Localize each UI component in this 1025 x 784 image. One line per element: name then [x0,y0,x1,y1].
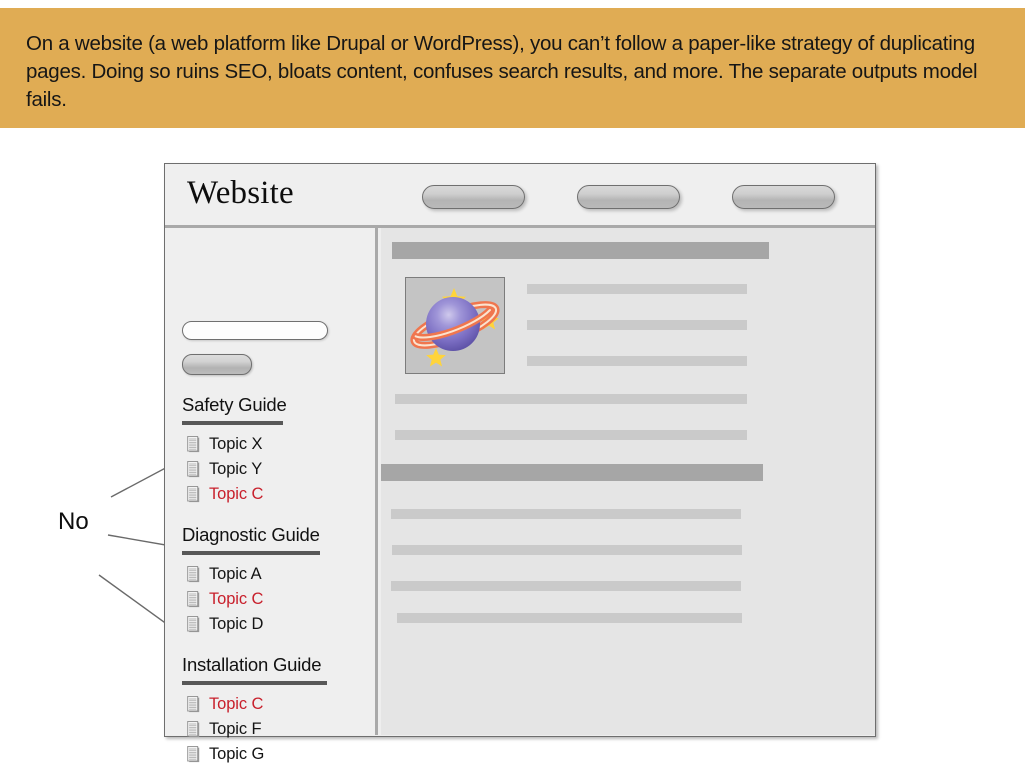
content-text-bar-8 [391,581,741,591]
annotation-no-label: No [58,508,89,535]
sidebar-item-label: Topic X [209,435,263,454]
content-text-bar-1 [527,284,747,294]
star-bottom [426,348,446,367]
sidebar-item-topic-d[interactable]: Topic D [165,612,378,637]
document-icon [187,436,209,453]
document-icon [187,696,209,713]
nav-group-underline [182,421,283,425]
nav-group: Installation Guide Topic C Topic F Topic G [165,654,378,767]
planet-icon [405,277,505,374]
nav-pill-3[interactable] [732,185,835,209]
nav-group: Safety Guide Topic X Topic Y Topic C [165,394,378,507]
content-text-bar-2 [527,320,747,330]
document-icon [187,721,209,738]
sidebar-item-label: Topic C [209,485,264,504]
sidebar-item-topic-a[interactable]: Topic A [165,562,378,587]
nav-pill-2[interactable] [577,185,680,209]
sidebar-navigation: Safety Guide Topic X Topic Y Topic C Diagnos… [165,394,378,784]
sidebar-item-topic-y[interactable]: Topic Y [165,457,378,482]
search-button[interactable] [182,354,252,375]
document-icon [187,746,209,763]
site-masthead: Website [165,164,875,228]
sidebar-item-label: Topic F [209,720,262,739]
nav-pill-1[interactable] [422,185,525,209]
sidebar-item-topic-c[interactable]: Topic C [165,692,378,717]
nav-group: Diagnostic Guide Topic A Topic C Topic D [165,524,378,637]
sidebar-item-label: Topic Y [209,460,263,479]
content-heading-bar-2 [381,464,763,481]
nav-group-heading: Diagnostic Guide [182,524,320,545]
document-icon [187,461,209,478]
sidebar-item-label: Topic G [209,745,265,764]
search-input[interactable] [182,321,328,340]
sidebar-item-topic-c[interactable]: Topic C [165,482,378,507]
site-title: Website [187,175,294,211]
document-icon [187,616,209,633]
website-mockup: Website Safety Guide Topic X Topic Y Topic … [164,163,876,762]
content-text-bar-6 [391,509,741,519]
nav-group-heading: Safety Guide [182,394,287,415]
sidebar-item-label: Topic C [209,590,264,609]
sidebar-item-label: Topic C [209,695,264,714]
sidebar-item-topic-g[interactable]: Topic G [165,742,378,767]
nav-group-heading: Installation Guide [182,654,322,675]
sidebar-item-topic-c[interactable]: Topic C [165,587,378,612]
sidebar-item-label: Topic A [209,565,262,584]
content-text-bar-3 [527,356,747,366]
site-sidebar: Safety Guide Topic X Topic Y Topic C Diagnos… [165,228,378,762]
site-body: Safety Guide Topic X Topic Y Topic C Diagnos… [165,228,875,762]
sidebar-item-label: Topic D [209,615,264,634]
content-text-bar-4 [395,394,747,404]
content-heading-bar-1 [392,242,769,259]
document-icon [187,566,209,583]
document-icon [187,486,209,503]
content-text-bar-9 [397,613,742,623]
content-text-bar-5 [395,430,747,440]
sidebar-item-topic-x[interactable]: Topic X [165,432,378,457]
content-text-bar-7 [392,545,742,555]
nav-group-underline [182,681,327,685]
caption-text: On a website (a web platform like Drupal… [26,32,983,111]
sidebar-item-topic-f[interactable]: Topic F [165,717,378,742]
document-icon [187,591,209,608]
site-content [381,228,875,735]
caption-banner: On a website (a web platform like Drupal… [0,8,1025,128]
nav-group-underline [182,551,320,555]
